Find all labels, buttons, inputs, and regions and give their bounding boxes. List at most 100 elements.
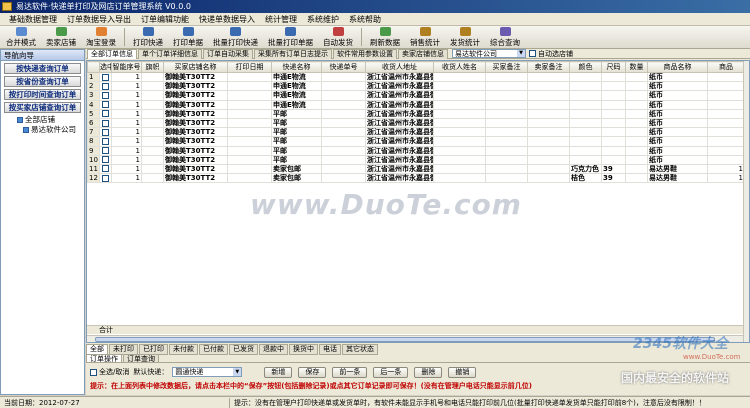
toolbar-button-print-express[interactable]: 打印快递: [129, 26, 167, 48]
row-select-cell[interactable]: [99, 173, 112, 184]
row-select-cell[interactable]: [99, 145, 112, 156]
column-header-13[interactable]: 数量: [625, 61, 648, 73]
status-tab-5[interactable]: 已发货: [229, 343, 258, 355]
row-select-checkbox[interactable]: [102, 147, 109, 155]
status-tab-7[interactable]: 换货中: [289, 343, 318, 355]
column-header-15[interactable]: 商品: [707, 61, 745, 73]
row-select-cell[interactable]: [99, 127, 112, 138]
row-select-cell[interactable]: [99, 99, 112, 110]
status-tab-8[interactable]: 电话: [319, 343, 341, 355]
select-all-toggle[interactable]: 全选/取消: [90, 367, 129, 377]
tree-item-shop-0[interactable]: 全部店铺: [17, 115, 84, 125]
table-row[interactable]: 71 御翰美T30TT2 平邮 浙江省温州市永嘉县御翰美 纸币: [87, 127, 745, 138]
status-tab-3[interactable]: 未付款: [169, 343, 198, 355]
bottom-tab-1[interactable]: 订单查询: [123, 354, 159, 363]
toolbar-button-print-doc[interactable]: 打印单据: [169, 26, 207, 48]
row-select-checkbox[interactable]: [102, 137, 109, 145]
sidebar-query-button-3[interactable]: 按买家店铺查询订单: [4, 102, 81, 113]
menu-item-3[interactable]: 快递单数据导入: [194, 13, 260, 26]
row-select-cell[interactable]: [99, 154, 112, 165]
subtab-2[interactable]: 订单自动采集: [203, 48, 253, 59]
row-select-checkbox[interactable]: [102, 101, 109, 109]
menu-item-5[interactable]: 系统维护: [302, 13, 344, 26]
menu-item-6[interactable]: 系统帮助: [344, 13, 386, 26]
tree-item-shop-1[interactable]: 易达软件公司: [23, 125, 84, 135]
row-select-checkbox[interactable]: [102, 73, 109, 81]
toolbar-button-merge[interactable]: 合并模式: [2, 26, 40, 48]
sidebar-query-button-2[interactable]: 按打印时间查询订单: [4, 89, 81, 100]
select-all-checkbox[interactable]: [90, 368, 97, 376]
row-select-checkbox[interactable]: [102, 174, 109, 182]
action-button-3[interactable]: 后一条: [373, 366, 409, 378]
column-header-0[interactable]: 选中: [99, 61, 112, 73]
bottom-tab-0[interactable]: 订单操作: [86, 354, 122, 363]
row-select-checkbox[interactable]: [102, 165, 109, 173]
sidebar-query-button-0[interactable]: 按快递查询订单: [4, 63, 81, 74]
auto-select-checkbox[interactable]: [529, 50, 536, 57]
sidebar-query-button-1[interactable]: 按省份查询订单: [4, 76, 81, 87]
row-select-checkbox[interactable]: [102, 128, 109, 136]
subtab-1[interactable]: 单个订单详细信息: [138, 48, 202, 59]
action-button-1[interactable]: 保存: [298, 366, 327, 378]
row-select-checkbox[interactable]: [102, 110, 109, 118]
column-header-6[interactable]: 快递单号: [321, 61, 366, 73]
row-select-cell[interactable]: [99, 136, 112, 147]
column-header-12[interactable]: 尺码: [601, 61, 626, 73]
toolbar-button-query[interactable]: 综合查询: [486, 26, 524, 48]
column-header-4[interactable]: 打印日期: [227, 61, 272, 73]
shop-select[interactable]: 易达软件公司 ▼: [452, 49, 526, 58]
row-select-checkbox[interactable]: [102, 156, 109, 164]
action-button-5[interactable]: 撤销: [448, 366, 477, 378]
menu-item-1[interactable]: 订单数据导入导出: [62, 13, 136, 26]
column-header-3[interactable]: 买家店铺名称: [163, 61, 228, 73]
column-header-9[interactable]: 买家备注: [485, 61, 528, 73]
action-button-2[interactable]: 前一条: [332, 366, 368, 378]
table-row[interactable]: 31 御翰美T30TT2 申通E物流 浙江省温州市永嘉县御翰美 纸币: [87, 90, 745, 101]
row-select-cell[interactable]: [99, 81, 112, 92]
column-header-1[interactable]: 智能序号: [111, 61, 142, 73]
vertical-scrollbar[interactable]: [743, 61, 749, 342]
status-tab-1[interactable]: 未打印: [109, 343, 138, 355]
toolbar-button-auto-ship[interactable]: 自动发货: [319, 26, 357, 48]
toolbar-button-taobao[interactable]: 淘宝登录: [82, 26, 120, 48]
toolbar-button-ship-stats[interactable]: 发货统计: [446, 26, 484, 48]
menu-item-4[interactable]: 统计管理: [260, 13, 302, 26]
status-tab-4[interactable]: 已付款: [199, 343, 228, 355]
action-button-4[interactable]: 删除: [414, 366, 443, 378]
row-select-checkbox[interactable]: [102, 91, 109, 99]
column-header-14[interactable]: 商品名称: [647, 61, 708, 73]
subtab-3[interactable]: 采集所有订单日志提示: [254, 48, 332, 59]
table-row[interactable]: 21 御翰美T30TT2 申通E物流 浙江省温州市永嘉县御翰美 纸币: [87, 81, 745, 92]
toolbar-button-refresh[interactable]: 刷新数据: [366, 26, 404, 48]
menu-item-0[interactable]: 基础数据管理: [4, 13, 62, 26]
table-row[interactable]: 61 御翰美T30TT2 平邮 浙江省温州市永嘉县御翰美 纸币: [87, 117, 745, 129]
table-row[interactable]: 81 御翰美T30TT2 平邮 浙江省温州市永嘉县御翰美 纸币: [87, 136, 745, 147]
status-tab-2[interactable]: 已打印: [139, 343, 168, 355]
status-tab-0[interactable]: 全部: [86, 343, 108, 355]
row-select-cell[interactable]: [99, 71, 112, 83]
table-row[interactable]: 41 御翰美T30TT2 申通E物流 浙江省温州市永嘉县御翰美 纸币: [87, 99, 745, 110]
table-row[interactable]: 51 御翰美T30TT2 平邮 浙江省温州市永嘉县御翰美 纸币: [87, 108, 745, 119]
table-row[interactable]: 91 御翰美T30TT2 平邮 浙江省温州市永嘉县御翰美 纸币: [87, 145, 745, 156]
table-row[interactable]: 121御翰美T30TT2卖家包邮浙江省温州市永嘉县御翰美桔色39易达男鞋1: [87, 173, 745, 184]
auto-select-toggle[interactable]: 自动选店铺: [529, 49, 573, 59]
default-courier-select[interactable]: 圆通快递 ▼: [172, 367, 243, 377]
toolbar-button-sales-stats[interactable]: 销售统计: [406, 26, 444, 48]
row-select-cell[interactable]: [99, 90, 112, 101]
row-select-cell[interactable]: [99, 163, 112, 175]
column-header-7[interactable]: 收货人地址: [365, 61, 434, 73]
status-tab-9[interactable]: 其它状态: [342, 343, 378, 355]
toolbar-button-shop[interactable]: 卖家店铺: [42, 26, 80, 48]
row-select-cell[interactable]: [99, 117, 112, 129]
column-header-11[interactable]: 颜色: [569, 61, 602, 73]
chevron-down-icon[interactable]: ▼: [517, 50, 525, 57]
column-header-10[interactable]: 卖家备注: [527, 61, 570, 73]
toolbar-button-batch-print-doc[interactable]: 批量打印单据: [264, 26, 317, 48]
subtab-5[interactable]: 卖家店铺信息: [398, 48, 448, 59]
row-select-cell[interactable]: [99, 108, 112, 119]
row-select-checkbox[interactable]: [102, 119, 109, 127]
row-select-checkbox[interactable]: [102, 82, 109, 90]
subtab-0[interactable]: 全部订单信息: [87, 48, 137, 59]
chevron-down-icon[interactable]: ▼: [233, 368, 242, 376]
table-row[interactable]: 111御翰美T30TT2卖家包邮浙江省温州市永嘉县御翰美巧克力色39易达男鞋1: [87, 163, 745, 175]
